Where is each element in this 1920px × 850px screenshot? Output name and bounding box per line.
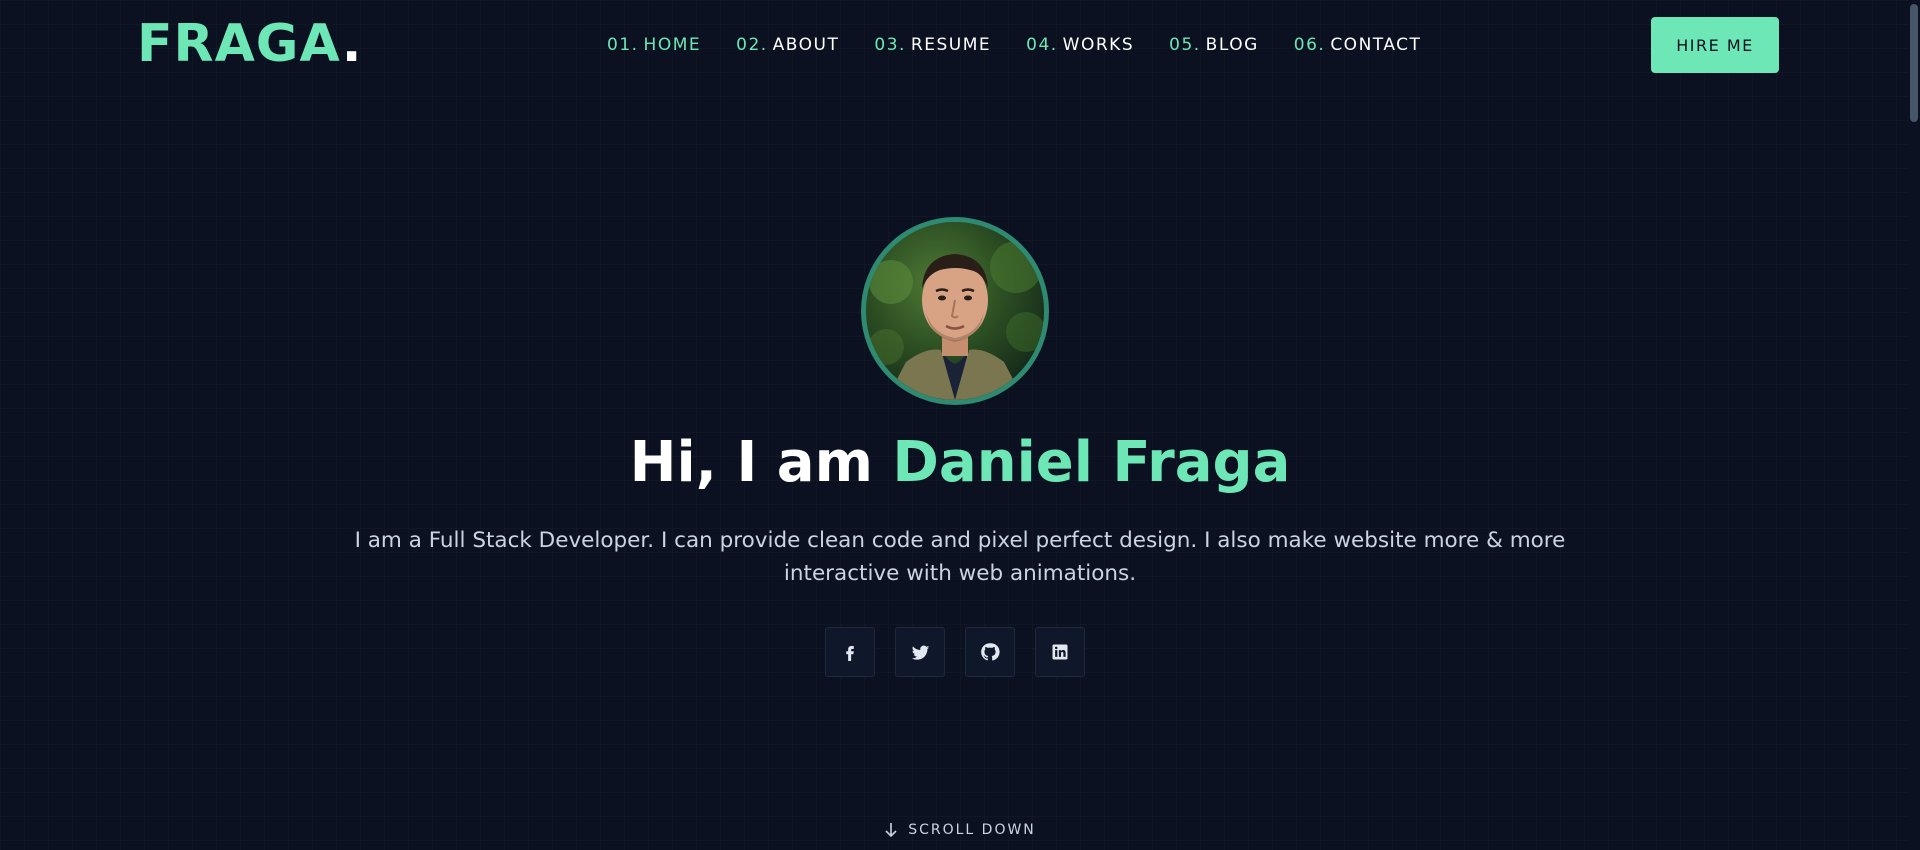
nav-item-number: 06. [1293, 35, 1326, 55]
nav-item-home[interactable]: 01. HOME [607, 33, 701, 57]
nav-item-number: 05. [1169, 35, 1201, 55]
nav-item-label: HOME [643, 35, 702, 55]
hero-greeting: Hi, I am [629, 430, 893, 495]
nav-item-number: 02. [736, 35, 768, 55]
hero-title: Hi, I am Daniel Fraga [0, 428, 1920, 498]
linkedin-icon [1052, 644, 1068, 660]
hire-me-button[interactable]: HIRE ME [1651, 17, 1779, 73]
facebook-link[interactable] [825, 627, 875, 677]
scroll-down-link[interactable]: SCROLL DOWN [0, 820, 1920, 840]
page-scrollbar[interactable] [1908, 0, 1920, 850]
nav-item-label: WORKS [1062, 35, 1135, 55]
logo-dot: . [341, 14, 363, 74]
nav-item-contact[interactable]: 06. CONTACT [1294, 33, 1422, 57]
nav-item-number: 03. [874, 35, 906, 55]
nav-item-label: BLOG [1205, 35, 1259, 55]
github-icon [981, 643, 1000, 661]
scroll-down-label: SCROLL DOWN [908, 822, 1036, 838]
logo[interactable]: FRAGA. [137, 14, 362, 74]
scrollbar-thumb[interactable] [1910, 4, 1918, 122]
nav-item-resume[interactable]: 03. RESUME [874, 33, 991, 57]
arrow-down-icon [885, 823, 897, 838]
social-links [825, 627, 1085, 677]
nav-item-label: CONTACT [1330, 35, 1422, 55]
hero-name: Daniel Fraga [892, 430, 1291, 495]
nav-item-number: 04. [1026, 35, 1058, 55]
nav-item-label: RESUME [910, 35, 992, 55]
main-nav: 01. HOME 02. ABOUT 03. RESUME 04. WORKS 05. B… [607, 33, 1421, 57]
nav-item-blog[interactable]: 05. BLOG [1169, 33, 1259, 57]
site-header: FRAGA. 01. HOME 02. ABOUT 03. RESUME 04. WOR… [0, 0, 1920, 90]
avatar [861, 217, 1049, 405]
facebook-icon [846, 646, 854, 661]
twitter-link[interactable] [895, 627, 945, 677]
avatar-portrait [866, 222, 1044, 400]
hero-description: I am a Full Stack Developer. I can provi… [354, 528, 1566, 586]
logo-text: FRAGA [137, 14, 342, 74]
github-link[interactable] [965, 627, 1015, 677]
nav-item-works[interactable]: 04. WORKS [1026, 33, 1134, 57]
linkedin-link[interactable] [1035, 627, 1085, 677]
nav-item-label: ABOUT [772, 35, 840, 55]
nav-item-number: 01. [607, 35, 639, 55]
nav-item-about[interactable]: 02. ABOUT [736, 33, 839, 57]
twitter-icon [911, 645, 929, 660]
